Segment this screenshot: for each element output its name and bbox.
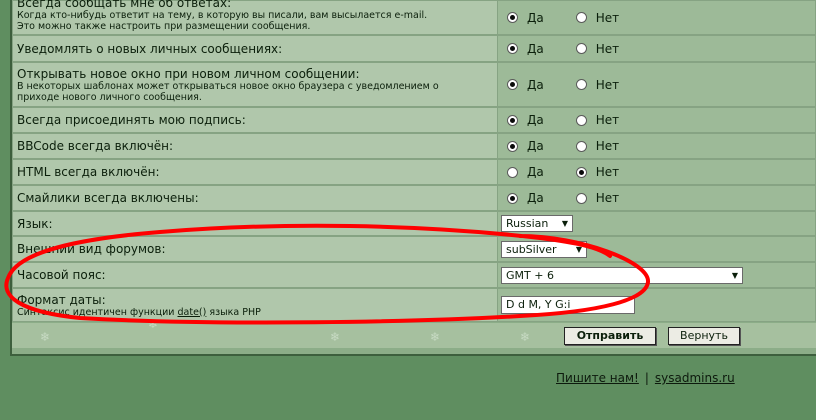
pref-description: Когда кто-нибудь ответит на тему, в кото… [17,10,428,21]
radio-circle[interactable] [575,166,587,178]
radio-circle[interactable] [507,43,518,54]
radio-circle[interactable] [575,12,587,23]
pref-label: Уведомлять о новых личных сообщениях: [17,41,283,56]
radio-no[interactable]: Нет [575,113,619,127]
style-select[interactable]: subSilver ▼ [501,240,587,258]
radio-yes[interactable]: Да [507,78,544,92]
reset-button[interactable]: Вернуть [668,327,740,345]
pref-label: Часовой пояс: [17,268,106,282]
pref-label: Всегда сообщать мне об ответах: [17,0,232,10]
radio-circle[interactable] [507,166,518,178]
language-select[interactable]: Russian ▼ [501,215,573,232]
radio-no[interactable]: Нет [575,191,619,205]
radio-no[interactable]: Нет [575,165,619,179]
pref-label: Всегда присоединять мою подпись: [17,113,246,127]
chevron-down-icon: ▼ [731,270,738,280]
pref-description: Синтаксис идентичен функции date() языка… [17,306,261,318]
submit-button[interactable]: Отправить [564,327,656,345]
radio-no[interactable]: Нет [575,42,619,56]
snowflake-icon: ❄ [430,330,441,344]
radio-yes[interactable]: Да [507,11,544,25]
snowflake-icon: ❄ [40,330,51,344]
radio-circle[interactable] [575,79,587,90]
radio-circle[interactable] [507,114,518,126]
pref-label: HTML всегда включён: [17,165,160,179]
pref-row-language: Язык: Russian ▼ [12,211,816,236]
snowflake-icon: ❄ [330,330,341,344]
radio-circle[interactable] [507,140,518,152]
pref-row-bbcode: BBCode всегда включён: Да Нет [12,133,816,159]
pref-row-notify-pm: Уведомлять о новых личных сообщениях: Да… [12,35,816,62]
pref-label: Открывать новое окно при новом личном со… [17,66,360,81]
chevron-down-icon: ▼ [575,244,582,254]
footer: Пишите нам! | sysadmins.ru [556,371,735,385]
radio-yes[interactable]: Да [507,165,544,179]
pref-row-html: HTML всегда включён: Да Нет [12,159,816,185]
dateformat-input[interactable]: D d M, Y G:i [501,296,635,314]
radio-circle[interactable] [575,43,587,54]
radio-yes[interactable]: Да [507,139,544,153]
pref-label: BBCode всегда включён: [17,139,174,153]
footer-separator: | [644,371,649,385]
radio-no[interactable]: Нет [575,78,619,92]
radio-yes[interactable]: Да [507,42,544,56]
radio-no[interactable]: Нет [575,139,619,153]
radio-yes[interactable]: Да [507,191,544,205]
pref-label: Язык: [17,216,53,231]
pref-label: Формат даты: [17,292,106,307]
pref-row-timezone: Часовой пояс: GMT + 6 ▼ [12,262,816,288]
style-value: subSilver [506,242,557,256]
pref-label: Внешний вид форумов: [17,242,166,256]
timezone-select[interactable]: GMT + 6 ▼ [501,266,743,284]
timezone-value: GMT + 6 [506,268,554,282]
radio-circle[interactable] [575,192,587,204]
pref-row-dateformat: Формат даты: Синтаксис идентичен функции… [12,288,816,322]
radio-no[interactable]: Нет [575,11,619,25]
pref-row-style: Внешний вид форумов: subSilver ▼ [12,236,816,262]
pref-row-smilies: Смайлики всегда включены: Да Нет [12,185,816,211]
pref-label: Смайлики всегда включены: [17,191,199,205]
snowflake-icon: ❄ [520,330,531,344]
language-value: Russian [506,217,549,230]
pref-row-popup-pm: Открывать новое окно при новом личном со… [12,62,816,107]
date-function-link[interactable]: date() [178,307,207,318]
pref-row-notify-replies: Всегда сообщать мне об ответах: Когда кт… [12,0,816,35]
radio-circle[interactable] [507,192,518,204]
pref-description: приходе нового личного сообщения. [17,91,202,103]
chevron-down-icon: ▼ [561,219,568,228]
radio-yes[interactable]: Да [507,113,544,127]
radio-circle[interactable] [507,79,518,90]
radio-circle[interactable] [575,114,587,126]
pref-description: Это можно также настроить при размещении… [17,21,311,32]
pref-row-attach-sig: Всегда присоединять мою подпись: Да Нет [12,107,816,133]
contact-link[interactable]: Пишите нам! [556,371,639,385]
radio-circle[interactable] [575,140,587,152]
pref-description: В некоторых шаблонах может открываться н… [17,80,439,92]
radio-circle[interactable] [507,12,518,23]
site-link[interactable]: sysadmins.ru [655,371,735,385]
snowflake-icon: ❄ [148,317,159,331]
